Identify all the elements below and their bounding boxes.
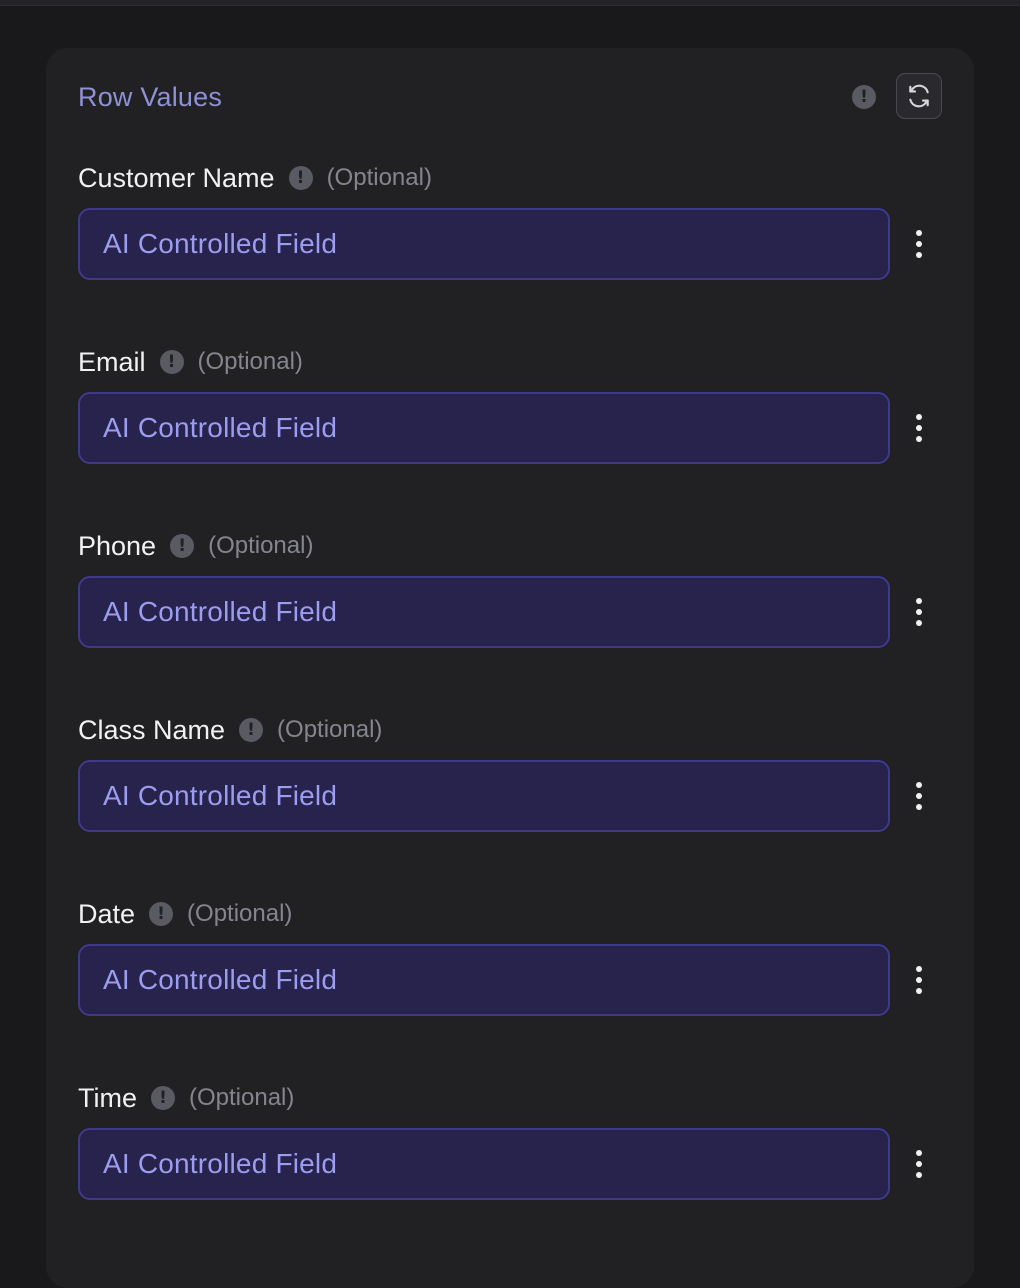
kebab-icon-dot	[916, 620, 922, 626]
kebab-icon-dot	[916, 988, 922, 994]
kebab-icon-dot	[916, 793, 922, 799]
kebab-icon-dot	[916, 425, 922, 431]
kebab-icon-dot	[916, 804, 922, 810]
refresh-button[interactable]	[896, 73, 942, 119]
form-field: Customer Name ! (Optional) AI Controlled…	[78, 160, 942, 290]
ai-controlled-input[interactable]: AI Controlled Field	[78, 944, 890, 1016]
kebab-icon-dot	[916, 977, 922, 983]
kebab-icon-dot	[916, 241, 922, 247]
ai-controlled-input[interactable]: AI Controlled Field	[78, 576, 890, 648]
ai-controlled-input[interactable]: AI Controlled Field	[78, 1128, 890, 1200]
top-divider	[0, 0, 1020, 6]
form-field: Date ! (Optional) AI Controlled Field	[78, 896, 942, 1026]
field-options-button[interactable]	[904, 958, 934, 1002]
exclamation-circle-icon[interactable]: !	[239, 718, 264, 742]
refresh-icon	[909, 84, 929, 108]
field-label-row: Phone ! (Optional)	[78, 528, 313, 564]
ai-controlled-input[interactable]: AI Controlled Field	[78, 208, 890, 280]
field-value: AI Controlled Field	[103, 596, 338, 627]
exclamation-circle-icon[interactable]: !	[288, 166, 313, 190]
field-options-button[interactable]	[904, 406, 934, 450]
panel-title: Row Values	[78, 82, 223, 112]
optional-tag: (Optional)	[277, 716, 383, 743]
kebab-icon-dot	[916, 414, 922, 420]
panel-header: Row Values !	[78, 72, 942, 122]
row-values-panel: Row Values ! Customer Name ! (Optional) …	[46, 48, 974, 1288]
form-field: Class Name ! (Optional) AI Controlled Fi…	[78, 712, 942, 842]
ai-controlled-input[interactable]: AI Controlled Field	[78, 392, 890, 464]
field-label: Date	[78, 898, 136, 929]
kebab-icon-dot	[916, 1161, 922, 1167]
exclamation-circle-icon[interactable]: !	[159, 350, 184, 374]
kebab-icon-dot	[916, 1172, 922, 1178]
field-label-row: Date ! (Optional)	[78, 896, 292, 932]
exclamation-circle-icon[interactable]: !	[151, 1086, 175, 1110]
form-field: Time ! (Optional) AI Controlled Field	[78, 1080, 942, 1210]
field-value: AI Controlled Field	[103, 964, 338, 995]
exclamation-circle-icon[interactable]: !	[852, 85, 876, 109]
field-options-button[interactable]	[904, 1142, 934, 1186]
field-value: AI Controlled Field	[103, 780, 338, 811]
optional-tag: (Optional)	[326, 164, 432, 191]
field-value: AI Controlled Field	[103, 1148, 338, 1179]
optional-tag: (Optional)	[208, 532, 314, 559]
field-label-row: Time ! (Optional)	[78, 1080, 294, 1116]
kebab-icon-dot	[916, 252, 922, 258]
optional-tag: (Optional)	[187, 900, 293, 927]
field-value: AI Controlled Field	[103, 228, 338, 259]
kebab-icon-dot	[916, 598, 922, 604]
kebab-icon-dot	[916, 436, 922, 442]
form-field: Phone ! (Optional) AI Controlled Field	[78, 528, 942, 658]
kebab-icon-dot	[916, 1150, 922, 1156]
field-label: Time	[78, 1082, 137, 1113]
field-options-button[interactable]	[904, 590, 934, 634]
field-value: AI Controlled Field	[103, 412, 338, 443]
field-options-button[interactable]	[904, 774, 934, 818]
kebab-icon-dot	[916, 966, 922, 972]
field-label: Email	[78, 346, 146, 377]
field-label: Class Name	[78, 714, 226, 745]
optional-tag: (Optional)	[197, 348, 303, 375]
field-options-button[interactable]	[904, 222, 934, 266]
field-label-row: Class Name ! (Optional)	[78, 712, 382, 748]
form-field: Email ! (Optional) AI Controlled Field	[78, 344, 942, 474]
kebab-icon-dot	[916, 230, 922, 236]
field-label-row: Email ! (Optional)	[78, 344, 303, 380]
optional-tag: (Optional)	[189, 1084, 295, 1111]
exclamation-circle-icon[interactable]: !	[170, 534, 195, 558]
kebab-icon-dot	[916, 609, 922, 615]
field-label: Phone	[78, 530, 157, 561]
kebab-icon-dot	[916, 782, 922, 788]
ai-controlled-input[interactable]: AI Controlled Field	[78, 760, 890, 832]
field-label-row: Customer Name ! (Optional)	[78, 160, 432, 196]
exclamation-circle-icon[interactable]: !	[149, 902, 174, 926]
field-label: Customer Name	[78, 162, 275, 193]
